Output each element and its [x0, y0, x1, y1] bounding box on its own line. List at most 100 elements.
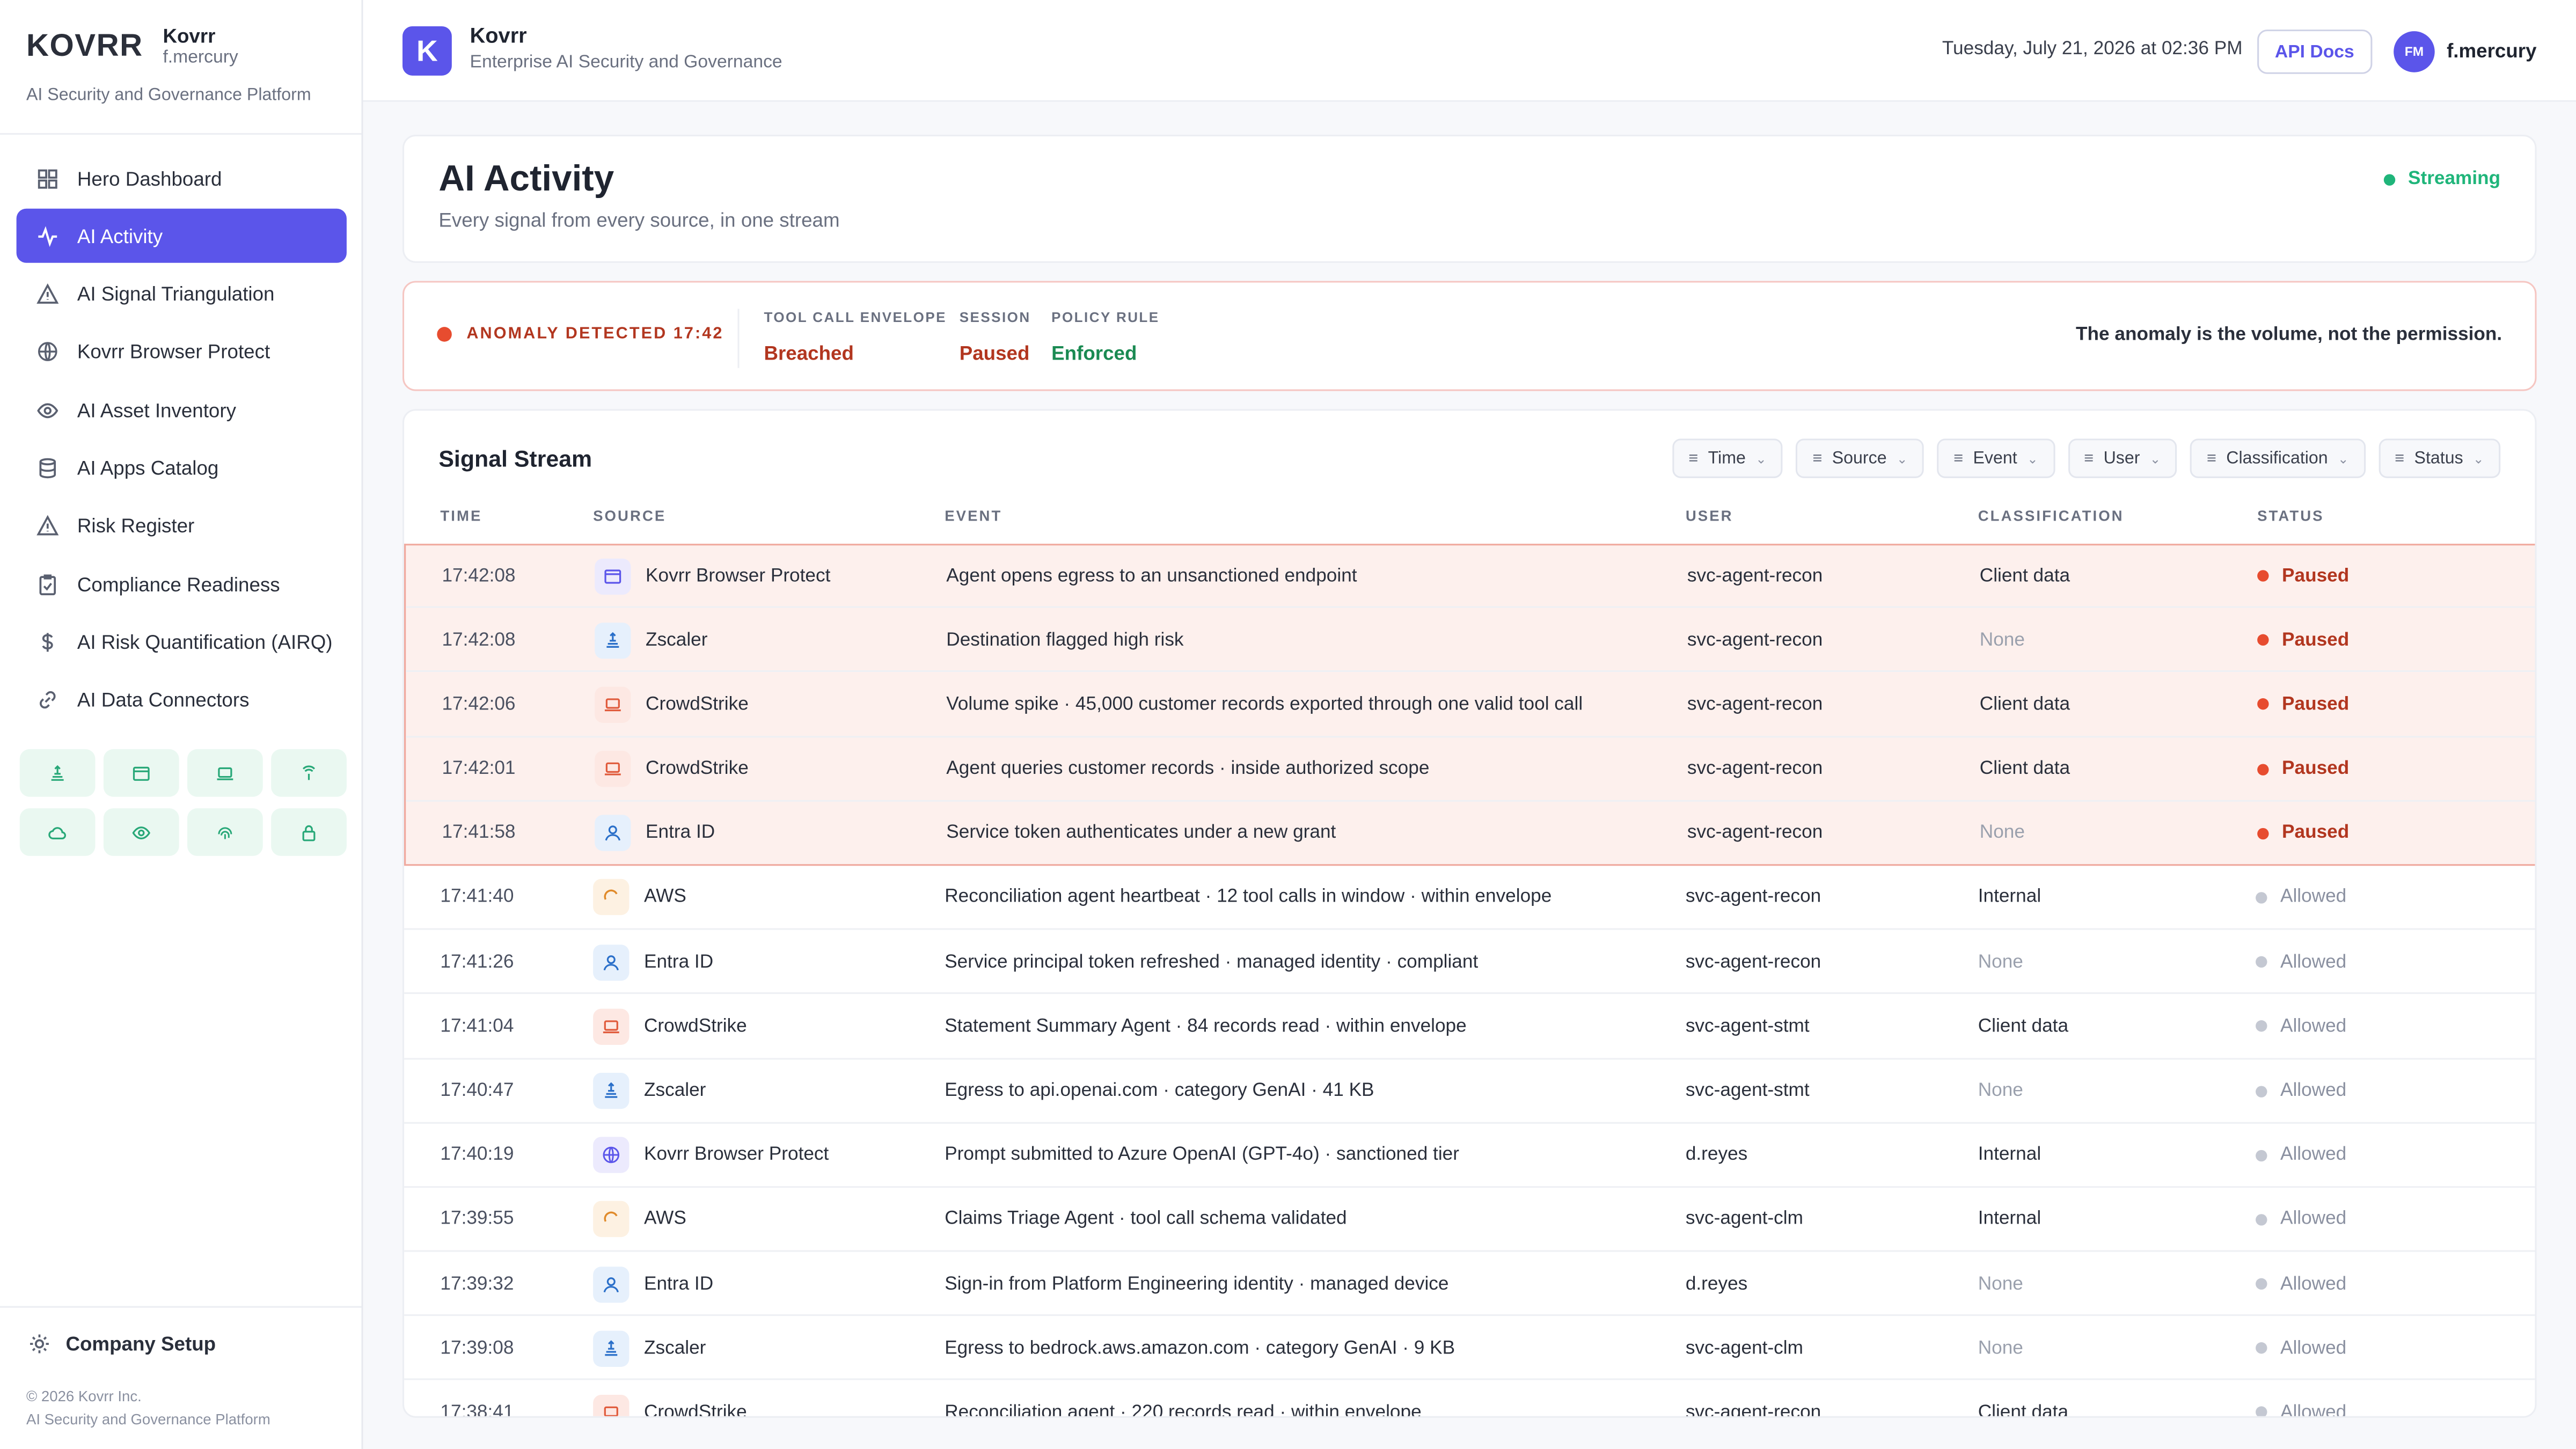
table-row[interactable]: 17:38:41 CrowdStrike Reconciliation agent …	[404, 1381, 2535, 1418]
sidebar-item-risk-register[interactable]: Risk Register	[17, 499, 347, 553]
eye-icon	[34, 397, 61, 423]
table-row[interactable]: 17:41:40 AWS Reconciliation agent heartbea…	[404, 866, 2535, 931]
connector-shortcut[interactable]	[103, 749, 179, 797]
filter-classification[interactable]: ≡ Classification ⌄	[2190, 438, 2366, 478]
source-name: Kovrr Browser Protect	[644, 1145, 829, 1165]
filter-icon: ≡	[1688, 449, 1699, 467]
status-badge: Allowed	[2280, 1081, 2347, 1101]
table-row[interactable]: 17:41:04 CrowdStrike Statement Summary Age…	[404, 994, 2535, 1059]
sidebar-item-compliance-readiness[interactable]: Compliance Readiness	[17, 557, 347, 611]
table-row[interactable]: 17:39:55 AWS Claims Triage Agent · tool ca…	[404, 1188, 2535, 1252]
cell-classification: Client data	[1979, 694, 2070, 715]
table-row[interactable]: 17:40:47 Zscaler Egress to api.openai.com …	[404, 1059, 2535, 1123]
connector-shortcut[interactable]	[19, 808, 96, 856]
column-header-user[interactable]: USER	[1686, 508, 1733, 524]
connector-shortcut[interactable]	[271, 749, 347, 797]
company-setup-link[interactable]: Company Setup	[26, 1331, 216, 1357]
table-row[interactable]: 17:42:08 Zscaler Destination flagged high …	[404, 608, 2535, 673]
logo[interactable]: KOVRR	[26, 25, 143, 71]
cell-classification: None	[1978, 1081, 2023, 1101]
streaming-indicator: Streaming	[2383, 169, 2500, 189]
user-icon	[593, 944, 630, 980]
browser-icon	[595, 558, 631, 594]
cell-event: Reconciliation agent · 220 records read …	[945, 1403, 1422, 1418]
cell-classification: Client data	[1978, 1403, 2069, 1418]
connector-shortcut[interactable]	[271, 808, 347, 856]
filter-icon: ≡	[2084, 449, 2094, 467]
sidebar-item-ai-activity[interactable]: AI Activity	[16, 209, 347, 264]
cell-status: Allowed	[2256, 1316, 2346, 1380]
sidebar-item-ai-asset-inventory[interactable]: AI Asset Inventory	[17, 383, 347, 437]
connector-shortcut[interactable]	[187, 808, 263, 856]
cell-time: 17:40:47	[440, 1081, 514, 1101]
api-docs-button[interactable]: API Docs	[2257, 30, 2373, 74]
warning-icon	[34, 513, 61, 539]
anomaly-label: ANOMALY DETECTED 17:42	[437, 325, 723, 343]
cell-event: Egress to api.openai.com · category GenA…	[945, 1081, 1374, 1101]
column-header-time[interactable]: TIME	[440, 508, 482, 524]
column-header-source[interactable]: SOURCE	[593, 508, 666, 524]
cell-user: svc-agent-clm	[1685, 1210, 1803, 1230]
sidebar-item-ai-risk-quantification-airq[interactable]: AI Risk Quantification (AIRQ)	[17, 615, 347, 669]
sidebar-item-ai-signal-triangulation[interactable]: AI Signal Triangulation	[17, 267, 347, 321]
metric-key: TOOL CALL ENVELOPE	[764, 309, 947, 326]
sidebar-item-hero-dashboard[interactable]: Hero Dashboard	[17, 151, 347, 206]
username[interactable]: f.mercury	[2447, 39, 2536, 62]
sidebar-item-label: AI Risk Quantification (AIRQ)	[77, 631, 333, 654]
filter-label: Status	[2414, 448, 2463, 469]
filter-user[interactable]: ≡ User ⌄	[2067, 438, 2177, 478]
filter-label: User	[2103, 448, 2140, 469]
chevron-down-icon: ⌄	[2149, 451, 2161, 466]
cell-source: Zscaler	[595, 608, 707, 672]
filter-label: Event	[1973, 448, 2017, 469]
cell-event: Agent queries customer records · inside …	[946, 759, 1430, 779]
column-header-event[interactable]: EVENT	[945, 508, 1002, 524]
source-name: CrowdStrike	[644, 1016, 747, 1037]
cell-user: d.reyes	[1685, 1145, 1748, 1165]
connector-shortcut[interactable]	[19, 749, 96, 797]
browser-icon	[131, 763, 151, 783]
app-title: Kovrr	[470, 23, 527, 48]
source-name: CrowdStrike	[646, 694, 749, 715]
cell-time: 17:42:06	[442, 694, 516, 715]
connector-shortcut[interactable]	[103, 808, 179, 856]
chevron-down-icon: ⌄	[1755, 451, 1767, 466]
source-name: Entra ID	[644, 952, 714, 972]
status-badge: Paused	[2282, 566, 2350, 586]
filter-source[interactable]: ≡ Source ⌄	[1796, 438, 1924, 478]
app-logo[interactable]: K	[402, 26, 452, 76]
sidebar-item-kovrr-browser-protect[interactable]: Kovrr Browser Protect	[17, 325, 347, 379]
cell-event: Volume spike · 45,000 customer records e…	[946, 694, 1583, 715]
copyright-tagline: AI Security and Governance Platform	[26, 1411, 270, 1428]
cell-status: Allowed	[2256, 930, 2346, 994]
fingerprint-icon	[215, 822, 235, 842]
cell-classification: None	[1979, 823, 2025, 844]
table-row[interactable]: 17:41:26 Entra ID Service principal token …	[404, 930, 2535, 994]
table-row[interactable]: 17:42:06 CrowdStrike Volume spike · 45,000…	[404, 672, 2535, 737]
filter-label: Time	[1708, 448, 1746, 469]
table-row[interactable]: 17:42:01 CrowdStrike Agent queries custome…	[404, 737, 2535, 802]
sidebar-item-ai-apps-catalog[interactable]: AI Apps Catalog	[17, 441, 347, 495]
filter-event[interactable]: ≡ Event ⌄	[1937, 438, 2055, 478]
column-header-classification[interactable]: CLASSIFICATION	[1978, 508, 2124, 524]
connector-shortcut[interactable]	[187, 749, 263, 797]
avatar[interactable]: FM	[2394, 31, 2435, 72]
column-header-status[interactable]: STATUS	[2257, 508, 2324, 524]
filter-status[interactable]: ≡ Status ⌄	[2378, 438, 2501, 478]
filter-bar: ≡ Time ⌄ ≡ Source ⌄ ≡ Event ⌄ ≡ User ⌄ ≡ Classificati…	[1659, 438, 2501, 478]
laptop-icon	[593, 1008, 630, 1045]
filter-time[interactable]: ≡ Time ⌄	[1672, 438, 1783, 478]
cell-time: 17:39:55	[440, 1210, 514, 1230]
cell-time: 17:42:01	[442, 759, 516, 779]
source-name: Zscaler	[646, 630, 708, 650]
sidebar-item-ai-data-connectors[interactable]: AI Data Connectors	[17, 673, 347, 727]
table-row[interactable]: 17:39:08 Zscaler Egress to bedrock.aws.ama…	[404, 1316, 2535, 1381]
company-setup-label: Company Setup	[65, 1332, 216, 1356]
table-row[interactable]: 17:42:08 Kovrr Browser Protect Agent opens…	[404, 544, 2535, 609]
table-row[interactable]: 17:40:19 Kovrr Browser Protect Prompt subm…	[404, 1123, 2535, 1188]
cell-status: Allowed	[2256, 1381, 2346, 1416]
cell-source: Kovrr Browser Protect	[595, 544, 830, 608]
table-row[interactable]: 17:41:58 Entra ID Service token authentica…	[404, 801, 2535, 866]
zscaler-icon	[48, 763, 68, 783]
table-row[interactable]: 17:39:32 Entra ID Sign-in from Platform En…	[404, 1252, 2535, 1316]
